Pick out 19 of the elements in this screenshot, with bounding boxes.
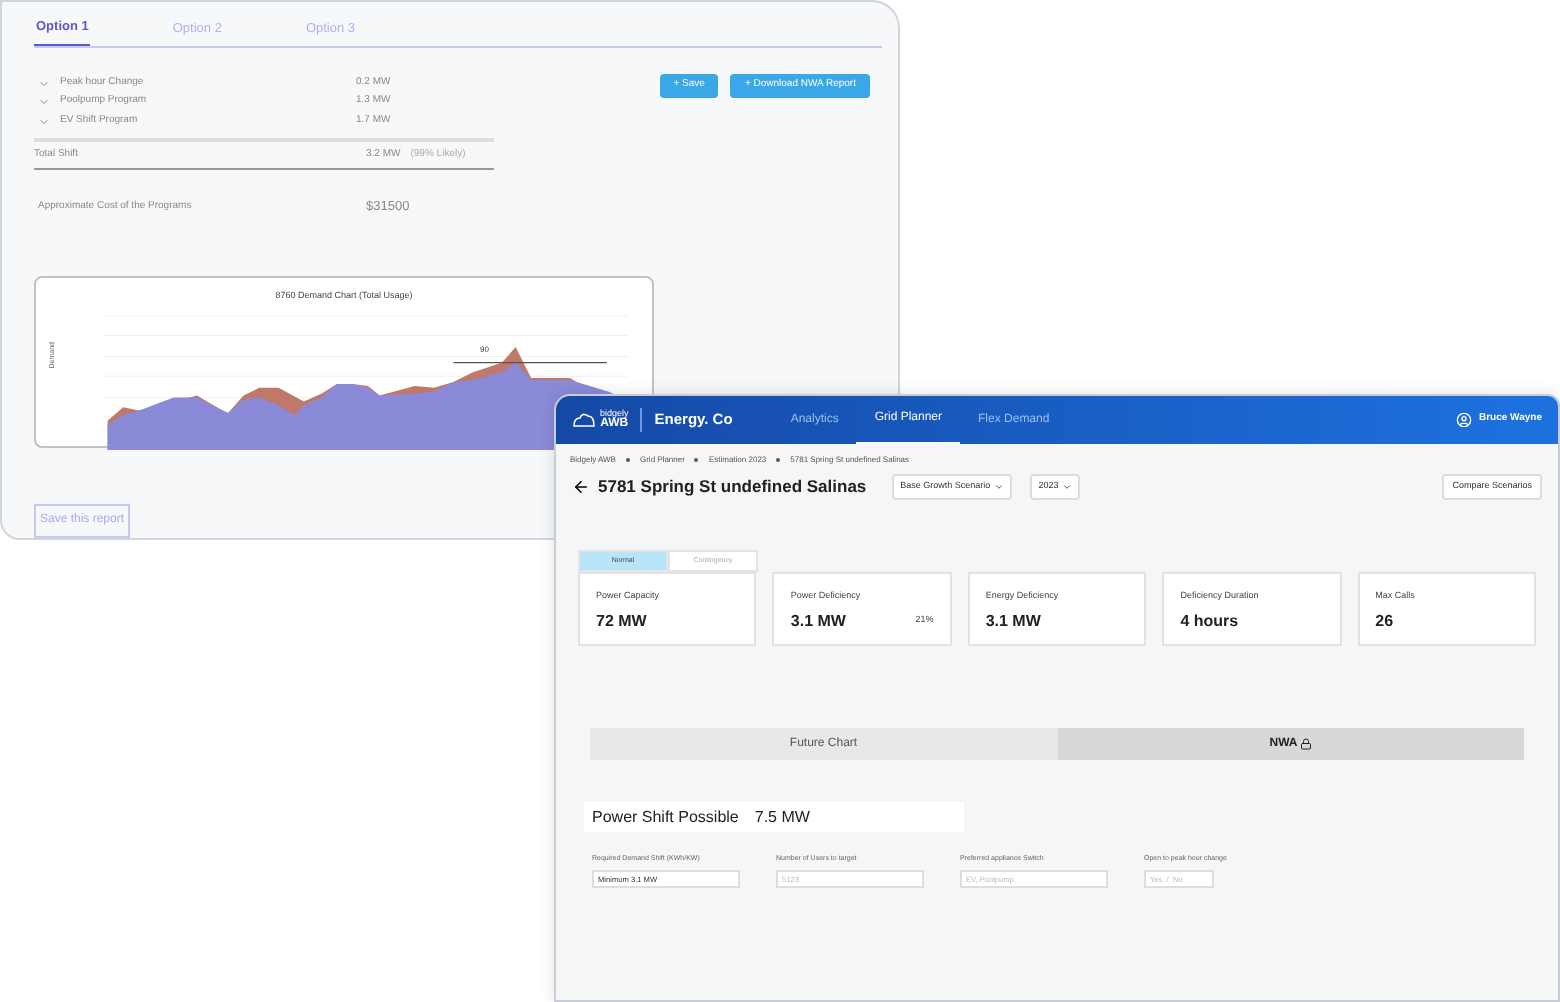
cloud-logo-icon bbox=[572, 412, 596, 428]
metric-value: 4 hours bbox=[1180, 609, 1239, 634]
power-shift-value: 7.5 MW bbox=[754, 805, 810, 829]
caret-icon bbox=[994, 482, 1005, 492]
caret-icon bbox=[1062, 482, 1073, 492]
metric-value: 26 bbox=[1375, 609, 1394, 634]
chevron-icon[interactable] bbox=[38, 77, 50, 89]
chevron-icon[interactable] bbox=[38, 115, 50, 127]
power-shift-label: Power Shift Possible bbox=[592, 805, 739, 829]
page-title: 5781 Spring St undefined Salinas bbox=[598, 474, 867, 500]
breadcrumb-separator bbox=[776, 458, 781, 462]
breadcrumb-separator bbox=[625, 458, 630, 462]
metric-value: 72 MW bbox=[596, 609, 647, 634]
user-icon[interactable] bbox=[1455, 412, 1471, 428]
metric-value: 3.1 MW bbox=[985, 609, 1041, 634]
back-arrow-icon[interactable] bbox=[572, 478, 590, 496]
metric-value: 3.1 MW bbox=[790, 609, 846, 634]
breadcrumb-separator bbox=[694, 458, 699, 462]
chevron-icon[interactable] bbox=[38, 96, 50, 108]
